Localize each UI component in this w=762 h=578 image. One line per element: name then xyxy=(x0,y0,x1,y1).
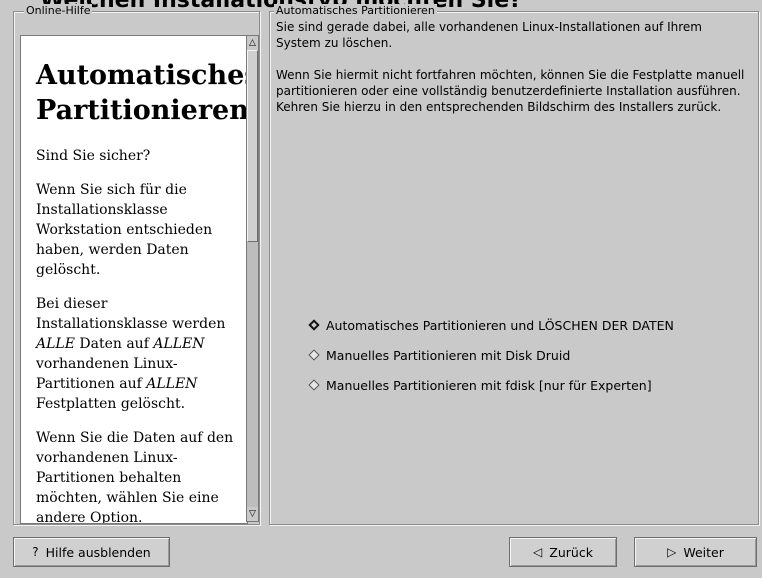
help-text-fragment: Daten auf xyxy=(74,336,154,352)
help-emphasis: ALLE xyxy=(36,336,75,352)
help-paragraph: Sind Sie sicher? xyxy=(36,148,151,164)
help-emphasis: ALLEN xyxy=(153,336,205,352)
next-button[interactable]: ▷ Weiter xyxy=(634,537,757,567)
radio-unselected-icon xyxy=(308,349,320,361)
radio-label: Manuelles Partitionieren mit Disk Druid xyxy=(326,347,571,363)
radio-label: Manuelles Partitionieren mit fdisk [nur … xyxy=(326,377,652,393)
scroll-up-arrow-icon[interactable]: △ xyxy=(247,36,258,50)
next-label: Weiter xyxy=(683,544,724,560)
help-text-view: Automatisches Partitionieren Sind Sie si… xyxy=(20,35,248,524)
help-panel: Online-Hilfe Automatisches Partitioniere… xyxy=(13,4,260,525)
main-panel-legend: Automatisches Partitionieren xyxy=(274,4,437,18)
help-question-icon: ? xyxy=(32,545,39,559)
partition-options: Automatisches Partitionieren und LÖSCHEN… xyxy=(308,310,674,400)
help-content: Automatisches Partitionieren Sind Sie si… xyxy=(36,58,247,524)
help-title-line2: Partitionieren xyxy=(36,95,248,126)
radio-fdisk[interactable]: Manuelles Partitionieren mit fdisk [nur … xyxy=(308,370,674,400)
back-button[interactable]: ◁ Zurück xyxy=(509,537,617,567)
radio-label: Automatisches Partitionieren und LÖSCHEN… xyxy=(326,317,674,333)
help-emphasis: ALLEN xyxy=(146,376,198,392)
main-description: Sie sind gerade dabei, alle vorhandenen … xyxy=(276,19,746,131)
help-text-fragment: Festplatten gelöscht. xyxy=(36,396,186,412)
back-arrow-icon: ◁ xyxy=(533,545,543,559)
info-text: Wenn Sie hiermit nicht fortfahren möchte… xyxy=(276,68,745,114)
help-panel-legend: Online-Hilfe xyxy=(24,4,93,18)
radio-disk-druid[interactable]: Manuelles Partitionieren mit Disk Druid xyxy=(308,340,674,370)
help-title-line1: Automatisches xyxy=(36,60,248,91)
scroll-down-arrow-icon[interactable]: ▽ xyxy=(247,507,258,521)
help-text-fragment: Bei dieser Installationsklasse werden xyxy=(36,296,226,332)
help-paragraph: Wenn Sie sich für die Installationsklass… xyxy=(36,182,213,278)
help-scrollbar[interactable]: △ ▽ xyxy=(246,35,259,522)
hide-help-button[interactable]: ? Hilfe ausblenden xyxy=(13,537,170,567)
help-paragraph: Wenn Sie die Daten auf den vorhandenen L… xyxy=(36,430,234,524)
help-paragraph: Bei dieser Installationsklasse werden AL… xyxy=(36,294,236,414)
next-arrow-icon: ▷ xyxy=(667,545,677,559)
help-title: Automatisches Partitionieren xyxy=(36,58,247,128)
warning-text: Sie sind gerade dabei, alle vorhandenen … xyxy=(276,20,702,50)
radio-selected-icon xyxy=(308,319,320,331)
radio-unselected-icon xyxy=(308,379,320,391)
radio-auto-partition[interactable]: Automatisches Partitionieren und LÖSCHEN… xyxy=(308,310,674,340)
hide-help-label: Hilfe ausblenden xyxy=(45,544,151,560)
back-label: Zurück xyxy=(549,544,593,560)
scroll-thumb[interactable] xyxy=(247,50,258,242)
auto-partition-panel: Automatisches Partitionieren Sie sind ge… xyxy=(269,4,759,525)
